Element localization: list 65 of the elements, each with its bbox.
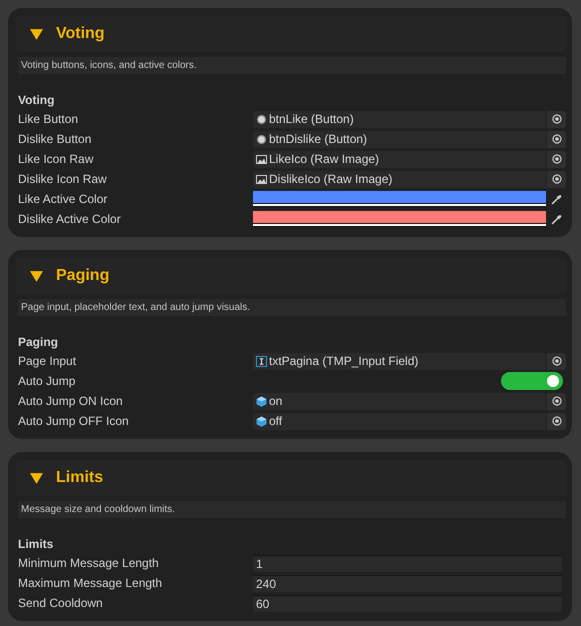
object-field[interactable]: on [253, 392, 546, 410]
object-picker-button[interactable] [547, 150, 566, 168]
object-value: on [269, 394, 282, 408]
property-label: Auto Jump [18, 374, 76, 388]
object-picker-button[interactable] [547, 170, 566, 188]
object-field[interactable]: btnLike (Button) [253, 110, 546, 128]
section-header[interactable]: Limits [16, 460, 566, 496]
description-text: Page input, placeholder text, and auto jump visuals. [21, 302, 250, 313]
number-field[interactable]: 240 [253, 574, 562, 592]
foldout-arrow-icon[interactable] [30, 472, 43, 484]
property-label: Like Active Color [18, 192, 108, 206]
property-label: Page Input [18, 354, 78, 368]
image-icon [256, 154, 267, 164]
object-picker-button[interactable] [547, 412, 566, 430]
property-label: Dislike Button [18, 132, 92, 146]
section-header[interactable]: Voting [16, 16, 566, 52]
property-label: Auto Jump ON Icon [18, 394, 124, 408]
property-label: Like Icon Raw [18, 152, 94, 166]
object-value: btnDislike (Button) [269, 132, 368, 146]
section-title: Limits [56, 469, 104, 487]
object-picker-button[interactable] [547, 130, 566, 148]
color-field[interactable] [253, 191, 546, 207]
object-field[interactable]: off [253, 412, 546, 430]
section-title: Paging [56, 267, 110, 285]
object-field[interactable]: DislikeIco (Raw Image) [253, 170, 546, 188]
foldout-arrow-icon[interactable] [30, 270, 43, 282]
image-icon [256, 174, 267, 184]
target-icon [552, 356, 562, 366]
object-value: LikeIco (Raw Image) [269, 152, 380, 166]
button-component-icon [256, 114, 267, 124]
group-label: Paging [18, 334, 60, 350]
property-label: Dislike Icon Raw [18, 172, 108, 186]
object-field[interactable]: LikeIco (Raw Image) [253, 150, 546, 168]
object-field[interactable]: txtPagina (TMP_Input Field) [253, 352, 546, 370]
object-value: btnLike (Button) [269, 112, 354, 126]
object-value: DislikeIco (Raw Image) [269, 172, 392, 186]
group-label: Voting [18, 92, 56, 108]
object-value: off [269, 414, 282, 428]
cube-icon [256, 416, 267, 426]
number-field[interactable]: 1 [253, 554, 562, 572]
property-label: Send Cooldown [18, 596, 104, 610]
eyedropper-icon [551, 194, 562, 204]
object-picker-button[interactable] [547, 392, 566, 410]
foldout-arrow-icon[interactable] [30, 28, 43, 40]
number-field[interactable]: 60 [253, 594, 562, 612]
property-label: Dislike Active Color [18, 212, 122, 226]
toggle-switch[interactable] [501, 372, 563, 390]
section-header[interactable]: Paging [16, 258, 566, 294]
color-field[interactable] [253, 211, 546, 227]
cube-icon [256, 396, 267, 406]
object-picker-button[interactable] [547, 352, 566, 370]
object-value: txtPagina (TMP_Input Field) [269, 354, 418, 368]
input-field-icon [256, 356, 267, 366]
group-label: Limits [18, 536, 54, 552]
property-label: Maximum Message Length [18, 576, 164, 590]
object-picker-button[interactable] [547, 110, 566, 128]
property-label: Auto Jump OFF Icon [18, 414, 130, 428]
property-label: Like Button [18, 112, 80, 126]
button-component-icon [256, 134, 267, 144]
description-text: Message size and cooldown limits. [21, 504, 175, 515]
section-title: Voting [56, 25, 105, 43]
property-label: Minimum Message Length [18, 556, 160, 570]
description-text: Voting buttons, icons, and active colors. [21, 60, 197, 71]
eyedropper-icon [551, 214, 562, 224]
object-field[interactable]: btnDislike (Button) [253, 130, 546, 148]
